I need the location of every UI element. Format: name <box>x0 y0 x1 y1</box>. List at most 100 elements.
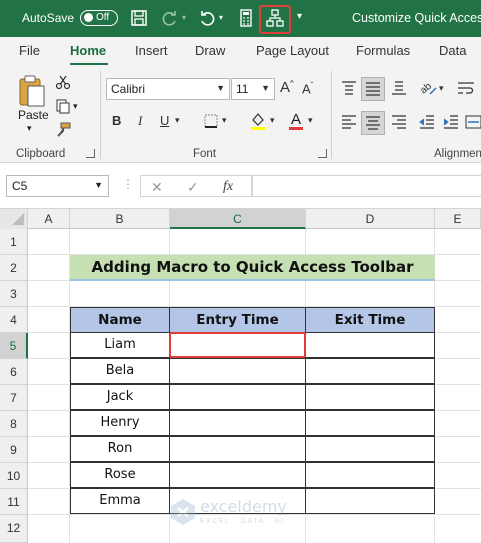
exit-time-cell[interactable] <box>305 384 435 410</box>
name-cell[interactable]: Liam <box>70 332 170 358</box>
orientation-dropdown-icon[interactable]: ▾ <box>439 83 444 94</box>
font-color-icon[interactable]: A <box>287 109 305 131</box>
tab-draw[interactable]: Draw <box>195 43 225 58</box>
fill-color-icon[interactable] <box>249 111 267 131</box>
name-cell[interactable]: Emma <box>70 488 170 514</box>
align-center-button[interactable] <box>361 111 385 135</box>
header-exit-time[interactable]: Exit Time <box>305 307 435 333</box>
entry-time-cell[interactable] <box>169 358 306 384</box>
row-header-10[interactable]: 10 <box>0 463 28 489</box>
formula-bar-resize-icon[interactable]: ⋮ <box>122 177 134 191</box>
column-header-e[interactable]: E <box>435 209 481 229</box>
tab-insert[interactable]: Insert <box>135 43 168 58</box>
copy-dropdown-icon[interactable]: ▾ <box>73 101 78 112</box>
entry-time-cell[interactable] <box>169 462 306 488</box>
column-header-a[interactable]: A <box>28 209 70 229</box>
chevron-down-icon: ▼ <box>94 180 103 190</box>
cancel-icon[interactable]: ✕ <box>151 179 163 196</box>
exit-time-cell[interactable] <box>305 488 435 514</box>
undo-icon[interactable] <box>197 8 217 28</box>
enter-icon[interactable]: ✓ <box>187 179 199 196</box>
row-header-4[interactable]: 4 <box>0 307 28 333</box>
name-cell[interactable]: Rose <box>70 462 170 488</box>
redo-dropdown-icon[interactable]: ▾ <box>182 13 192 33</box>
row-header-6[interactable]: 6 <box>0 359 28 385</box>
row-header-5[interactable]: 5 <box>0 333 28 359</box>
tab-file[interactable]: File <box>19 43 40 58</box>
name-cell[interactable]: Henry <box>70 410 170 436</box>
exit-time-cell[interactable] <box>305 410 435 436</box>
save-icon[interactable] <box>129 8 149 28</box>
column-header-d[interactable]: D <box>306 209 435 229</box>
format-painter-icon[interactable] <box>55 122 71 138</box>
decrease-font-icon[interactable]: Aˇ <box>302 81 313 96</box>
name-cell[interactable]: Bela <box>70 358 170 384</box>
decrease-indent-icon[interactable] <box>418 113 436 131</box>
watermark-tagline: EXCEL · DATA · BI <box>200 518 285 525</box>
worksheet-grid: A B C D E 1 2 3 4 5 6 7 8 9 10 11 12 Add… <box>0 209 481 543</box>
cut-icon[interactable] <box>55 74 71 90</box>
name-box[interactable]: C5 ▼ <box>6 175 109 197</box>
insert-function-icon[interactable]: fx <box>223 179 233 195</box>
formula-input[interactable] <box>252 175 481 197</box>
font-launcher-icon[interactable] <box>318 149 327 158</box>
calculator-icon[interactable] <box>236 8 256 28</box>
column-header-b[interactable]: B <box>70 209 170 229</box>
row-header-1[interactable]: 1 <box>0 229 28 255</box>
align-bottom-icon[interactable] <box>390 79 408 97</box>
undo-dropdown-icon[interactable]: ▾ <box>219 13 229 33</box>
increase-font-icon[interactable]: A^ <box>280 79 294 96</box>
name-cell[interactable]: Ron <box>70 436 170 462</box>
bold-button[interactable]: B <box>112 113 121 128</box>
font-name-combo[interactable]: Calibri ▼ <box>106 78 230 100</box>
paste-icon[interactable] <box>17 74 47 108</box>
header-name[interactable]: Name <box>70 307 170 333</box>
align-right-icon[interactable] <box>390 113 408 131</box>
borders-icon[interactable] <box>203 113 219 129</box>
underline-button[interactable]: U <box>160 113 169 128</box>
paste-dropdown-icon[interactable]: ▾ <box>27 123 32 134</box>
increase-indent-icon[interactable] <box>442 113 460 131</box>
row-header-8[interactable]: 8 <box>0 411 28 437</box>
clipboard-launcher-icon[interactable] <box>86 149 95 158</box>
entry-time-cell[interactable] <box>169 410 306 436</box>
sheet-title[interactable]: Adding Macro to Quick Access Toolbar <box>70 255 435 281</box>
header-entry-time[interactable]: Entry Time <box>169 307 306 333</box>
orientation-icon[interactable]: ab <box>418 78 438 98</box>
exit-time-cell[interactable] <box>305 358 435 384</box>
row-header-3[interactable]: 3 <box>0 281 28 307</box>
tab-home[interactable]: Home <box>70 43 106 58</box>
align-top-icon[interactable] <box>340 79 358 97</box>
align-middle-button[interactable] <box>361 77 385 101</box>
row-header-11[interactable]: 11 <box>0 489 28 515</box>
font-color-dropdown-icon[interactable]: ▾ <box>308 115 313 126</box>
paste-label[interactable]: Paste <box>18 108 49 122</box>
column-header-c[interactable]: C <box>170 209 306 229</box>
copy-icon[interactable] <box>55 98 71 114</box>
fill-color-dropdown-icon[interactable]: ▾ <box>270 115 275 126</box>
exit-time-cell[interactable] <box>305 332 435 358</box>
align-left-icon[interactable] <box>340 113 358 131</box>
redo-icon[interactable] <box>160 8 180 28</box>
select-all-button[interactable] <box>0 209 28 229</box>
row-header-9[interactable]: 9 <box>0 437 28 463</box>
italic-button[interactable]: I <box>138 113 142 129</box>
exit-time-cell[interactable] <box>305 462 435 488</box>
row-header-2[interactable]: 2 <box>0 255 28 281</box>
tab-page-layout[interactable]: Page Layout <box>256 43 329 58</box>
autosave-toggle[interactable]: Off <box>80 10 118 26</box>
font-size-combo[interactable]: 11 ▼ <box>231 78 275 100</box>
customize-qat-icon[interactable]: ▾ <box>297 11 317 31</box>
row-header-12[interactable]: 12 <box>0 515 28 543</box>
exit-time-cell[interactable] <box>305 436 435 462</box>
name-cell[interactable]: Jack <box>70 384 170 410</box>
underline-dropdown-icon[interactable]: ▾ <box>175 115 180 126</box>
wrap-text-icon[interactable] <box>456 79 476 97</box>
tab-data[interactable]: Data <box>439 43 466 58</box>
entry-time-cell[interactable] <box>169 436 306 462</box>
merge-center-icon[interactable] <box>465 113 481 131</box>
tab-formulas[interactable]: Formulas <box>356 43 410 58</box>
row-header-7[interactable]: 7 <box>0 385 28 411</box>
entry-time-cell[interactable] <box>169 384 306 410</box>
borders-dropdown-icon[interactable]: ▾ <box>222 115 227 126</box>
